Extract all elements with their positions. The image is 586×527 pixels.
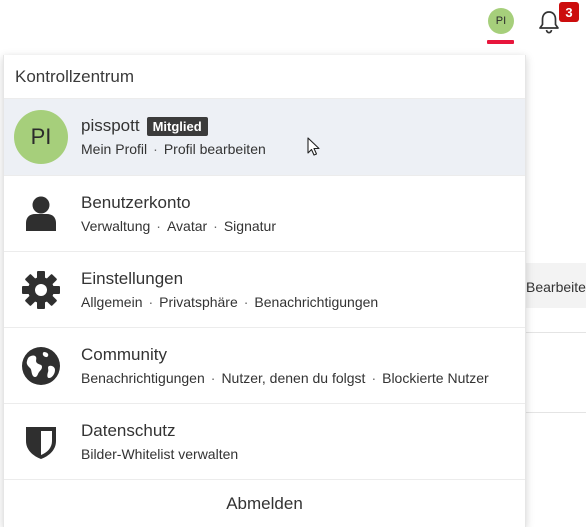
- member-badge: Mitglied: [146, 116, 208, 136]
- profile-avatar[interactable]: PI: [14, 110, 68, 164]
- panel-title: Kontrollzentrum: [4, 55, 525, 99]
- settings-item[interactable]: Einstellungen Allgemein · Privatsphäre · Ben…: [4, 252, 525, 328]
- notification-badge: 3: [559, 2, 579, 22]
- separator: ·: [156, 218, 161, 234]
- user-icon: [14, 187, 68, 241]
- profile-item[interactable]: PI pisspott Mitglied Mein Profil · Profil …: [4, 99, 525, 176]
- link-benachrichtigungen[interactable]: Benachrichtigungen: [254, 294, 378, 310]
- community-item[interactable]: Community Benachrichtigungen · Nutzer, den…: [4, 328, 525, 404]
- link-privatsphaere[interactable]: Privatsphäre: [159, 294, 238, 310]
- privacy-title[interactable]: Datenschutz: [81, 421, 176, 441]
- separator: ·: [153, 141, 158, 157]
- link-verwaltung[interactable]: Verwaltung: [81, 218, 150, 234]
- separator: ·: [210, 370, 216, 386]
- community-title[interactable]: Community: [81, 345, 167, 365]
- top-bar: PI 3: [0, 0, 586, 48]
- background-divider: [526, 412, 586, 413]
- link-edit-profile[interactable]: Profil bearbeiten: [164, 141, 266, 157]
- background-partial-text: Bearbeite: [526, 279, 586, 295]
- mouse-cursor-icon: [307, 137, 320, 156]
- privacy-item[interactable]: Datenschutz Bilder-Whitelist verwalten: [4, 404, 525, 480]
- control-center-dropdown: Kontrollzentrum PI pisspott Mitglied Mei…: [3, 55, 526, 527]
- profile-username[interactable]: pisspott: [81, 116, 140, 136]
- link-image-whitelist[interactable]: Bilder-Whitelist verwalten: [81, 446, 238, 462]
- settings-title[interactable]: Einstellungen: [81, 269, 183, 289]
- gear-icon: [14, 263, 68, 317]
- shield-icon: [14, 415, 68, 469]
- account-item[interactable]: Benutzerkonto Verwaltung · Avatar · Signatur: [4, 176, 525, 252]
- logout-button[interactable]: Abmelden: [4, 480, 525, 527]
- separator: ·: [371, 370, 377, 386]
- avatar: PI: [14, 110, 68, 164]
- globe-icon: [14, 339, 68, 393]
- user-avatar-button[interactable]: PI: [488, 8, 514, 34]
- separator: ·: [148, 294, 154, 310]
- active-indicator: [487, 40, 514, 44]
- link-signatur[interactable]: Signatur: [224, 218, 276, 234]
- link-avatar[interactable]: Avatar: [167, 218, 207, 234]
- link-allgemein[interactable]: Allgemein: [81, 294, 142, 310]
- separator: ·: [213, 218, 218, 234]
- link-my-profile[interactable]: Mein Profil: [81, 141, 147, 157]
- avatar-initials: PI: [495, 15, 507, 27]
- profile-text: pisspott Mitglied Mein Profil · Profil bea…: [81, 116, 266, 157]
- background-divider: [526, 332, 586, 333]
- link-community-benachrichtigungen[interactable]: Benachrichtigungen: [81, 370, 205, 386]
- link-blocked-users[interactable]: Blockierte Nutzer: [382, 370, 489, 386]
- profile-initials: PI: [30, 124, 52, 149]
- account-title[interactable]: Benutzerkonto: [81, 193, 191, 213]
- link-followed-users[interactable]: Nutzer, denen du folgst: [221, 370, 365, 386]
- separator: ·: [243, 294, 249, 310]
